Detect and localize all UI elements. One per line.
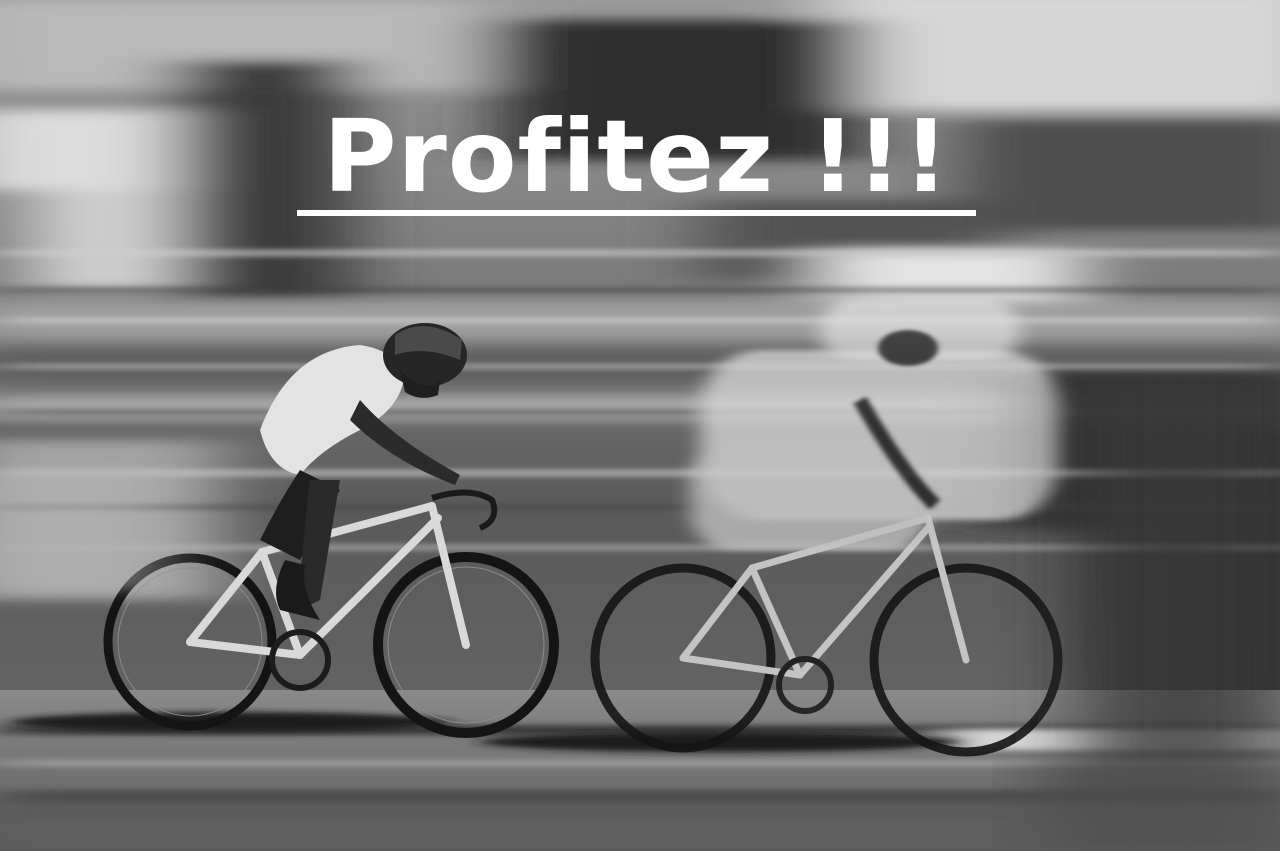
photo-scene: Profitez !!! [0, 0, 1280, 851]
headline-underline [297, 210, 976, 216]
headline-text: Profitez !!! [323, 98, 950, 215]
